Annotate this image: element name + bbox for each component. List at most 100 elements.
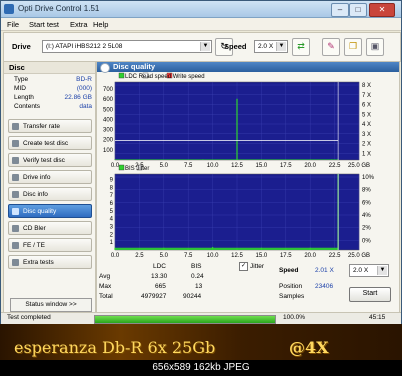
- x-tick-label: 25.0 GB: [348, 163, 370, 169]
- legend-label: LDC Read speed Write speed: [125, 74, 205, 80]
- y-tick-label-right: 3 X: [362, 132, 371, 138]
- progress-fill: [95, 316, 275, 323]
- nav-verify-test-disc[interactable]: Verify test disc: [8, 153, 92, 167]
- y-tick-label-right: 0%: [362, 238, 371, 244]
- legend-swatch: [118, 72, 125, 79]
- copy-icon[interactable]: ❐: [344, 38, 362, 56]
- max-bis: 13: [195, 283, 203, 290]
- maximize-button[interactable]: □: [349, 3, 367, 17]
- speed-select[interactable]: 2.0 X ▼: [254, 40, 288, 53]
- disc-info-key: Type: [14, 76, 29, 83]
- nav-extra-tests[interactable]: Extra tests: [8, 255, 92, 269]
- toolbar: Drive (I:) ATAPI iHBS212 2 5L08 ▼ ↻ Spee…: [3, 32, 401, 62]
- y-tick-label-left: 5: [110, 209, 114, 215]
- x-tick-label: 17.5: [280, 163, 292, 169]
- bis-header: BIS: [191, 263, 202, 270]
- eraser-icon[interactable]: ✎: [322, 38, 340, 56]
- y-tick-label-right: 8 X: [362, 83, 371, 89]
- x-tick-label: 10.0: [207, 163, 219, 169]
- drive-label: Drive: [12, 42, 31, 51]
- x-tick-label: 22.5: [329, 163, 341, 169]
- close-button[interactable]: ✕: [369, 3, 395, 17]
- menu-start-test[interactable]: Start test: [29, 20, 59, 29]
- disc-header: Disc: [4, 62, 95, 74]
- x-tick-label: 7.5: [184, 163, 193, 169]
- nav-transfer-rate[interactable]: Transfer rate: [8, 119, 92, 133]
- total-ldc: 4979927: [141, 293, 167, 300]
- y-tick-label-left: 300: [103, 128, 114, 134]
- jitter-label: Jitter: [250, 263, 265, 270]
- x-tick-label: 12.5: [231, 253, 243, 259]
- jitter-checkbox[interactable]: ✓: [239, 262, 248, 271]
- position-label: Position: [279, 283, 303, 290]
- chevron-down-icon: ▼: [200, 42, 210, 51]
- nav-disc-info[interactable]: Disc info: [8, 187, 92, 201]
- nav-label: Extra tests: [23, 259, 54, 266]
- y-tick-label-right: 6%: [362, 200, 371, 206]
- disc-info-row: MID (000): [4, 85, 95, 94]
- y-tick-label-left: 7: [110, 193, 114, 199]
- disc-quality-charts: LDC Read speed Write speed0.02.55.07.510…: [103, 72, 375, 259]
- disc-info-icon: [12, 191, 19, 198]
- start-button[interactable]: Start: [349, 287, 391, 302]
- y-tick-label-right: 5 X: [362, 112, 371, 118]
- y-tick-label-right: 7 X: [362, 93, 371, 99]
- x-tick-label: 25.0 GB: [348, 253, 370, 259]
- total-label: Total: [99, 293, 113, 300]
- x-tick-label: 22.5: [329, 253, 341, 259]
- nav-label: Transfer rate: [23, 123, 60, 130]
- data-baseline-area: [115, 247, 339, 250]
- y-tick-label-left: 700: [103, 87, 114, 93]
- disc-quality-panel: Disc quality LDC Read speed Write speed 0…: [96, 61, 400, 313]
- disc-info-value: 22.86 GB: [64, 94, 92, 101]
- extra-tests-icon: [12, 259, 19, 266]
- progress-text: 100.0%: [283, 314, 306, 321]
- menu-bar: File Start test Extra Help: [1, 18, 401, 31]
- chevron-down-icon: ▼: [377, 266, 387, 275]
- disc-info-key: MID: [14, 85, 26, 92]
- status-window-button[interactable]: Status window >>: [10, 298, 92, 312]
- nav-label: Create test disc: [23, 140, 69, 147]
- avg-label: Avg: [99, 273, 111, 280]
- caption-badge: @4X: [289, 338, 329, 357]
- y-tick-label-left: 1: [110, 240, 114, 246]
- x-tick-label: 2.5: [135, 253, 144, 259]
- y-tick-label-left: 3: [110, 224, 114, 230]
- x-tick-label: 0.0: [111, 163, 120, 169]
- status-bar: Test completed 100.0% 45:15: [1, 312, 401, 324]
- menu-help[interactable]: Help: [93, 20, 108, 29]
- nav-fe-te[interactable]: FE / TE: [8, 238, 92, 252]
- nav-label: FE / TE: [23, 242, 45, 249]
- drive-select[interactable]: (I:) ATAPI iHBS212 2 5L08 ▼: [42, 40, 212, 53]
- minimize-button[interactable]: –: [331, 3, 349, 17]
- data-baseline-area: [115, 159, 339, 160]
- y-tick-label-right: 10%: [362, 175, 375, 181]
- max-label: Max: [99, 283, 112, 290]
- apply-speed-icon[interactable]: ⇄: [292, 38, 310, 56]
- create-disc-icon: [12, 140, 19, 147]
- app-window: Opti Drive Control 1.51 – □ ✕ File Start…: [0, 0, 402, 324]
- legend-swatch: [118, 164, 125, 171]
- save-icon[interactable]: ▣: [366, 38, 384, 56]
- y-tick-label-left: 9: [110, 177, 114, 183]
- disc-info-value: BD-R: [76, 76, 92, 83]
- disc-info-value: data: [79, 103, 92, 110]
- nav-label: Drive info: [23, 174, 51, 181]
- disc-info-key: Contents: [14, 103, 41, 110]
- nav-cd-bler[interactable]: CD Bler: [8, 221, 92, 235]
- samples-label: Samples: [279, 293, 305, 300]
- chevron-down-icon: ▼: [276, 42, 286, 51]
- nav-disc-quality[interactable]: Disc quality: [8, 204, 92, 218]
- menu-file[interactable]: File: [7, 20, 19, 29]
- menu-extra[interactable]: Extra: [70, 20, 88, 29]
- sidebar: Disc Type BD-R MID (000) Length 22.86 GB…: [3, 61, 96, 313]
- test-speed-select[interactable]: 2.0 X ▼: [349, 264, 389, 277]
- ldc-header: LDC: [153, 263, 167, 270]
- nav-drive-info[interactable]: Drive info: [8, 170, 92, 184]
- disc-info-row: Type BD-R: [4, 76, 95, 85]
- nav-create-test-disc[interactable]: Create test disc: [8, 136, 92, 150]
- x-tick-label: 15.0: [256, 163, 268, 169]
- avg-bis: 0.24: [191, 273, 204, 280]
- disc-info-key: Length: [14, 94, 34, 101]
- y-tick-label-left: 100: [103, 148, 114, 154]
